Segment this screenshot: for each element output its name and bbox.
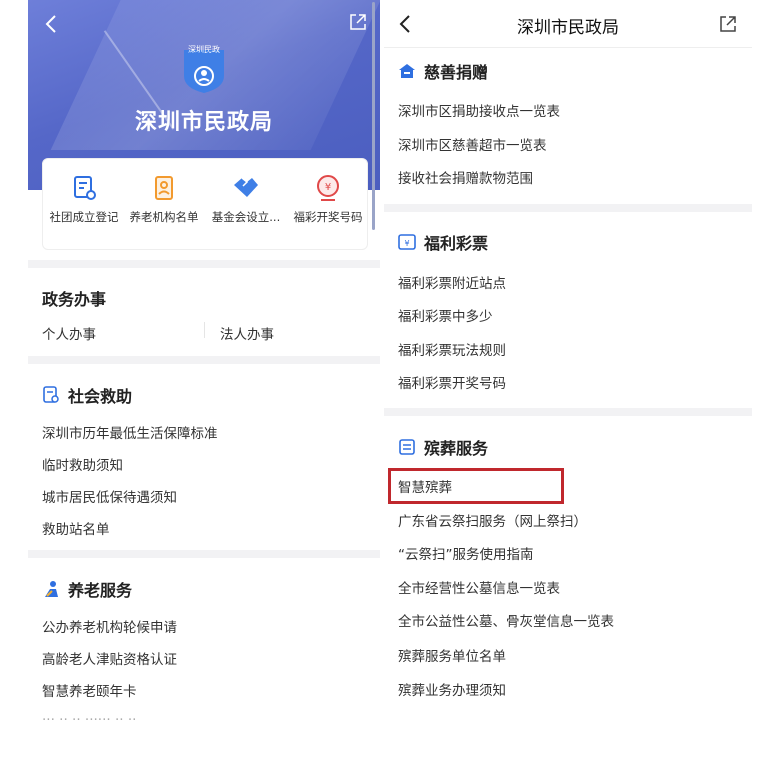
elderly-card-icon — [155, 176, 173, 200]
document-heart-icon — [43, 386, 59, 403]
list-item-cutoff[interactable]: ··· ·· ·· ······ ·· ·· — [42, 712, 136, 725]
list-item[interactable]: 福利彩票中多少 — [398, 305, 493, 325]
charity-title: 慈善捐赠 — [424, 63, 489, 82]
lottery-ticket-icon: ¥ — [398, 234, 416, 250]
quick-link-foundation[interactable]: 基金会设立... — [205, 169, 287, 225]
list-item[interactable]: 临时救助须知 — [42, 454, 123, 474]
svg-text:¥: ¥ — [404, 239, 409, 248]
list-item[interactable]: 高龄老人津贴资格认证 — [42, 648, 177, 668]
section-divider — [28, 550, 380, 558]
list-item[interactable]: 广东省云祭扫服务（网上祭扫） — [398, 510, 587, 530]
list-item[interactable]: 福利彩票玩法规则 — [398, 339, 506, 359]
funeral-document-icon — [399, 439, 415, 455]
legal-affairs-tab[interactable]: 法人办事 — [220, 323, 274, 343]
document-heart-icon — [74, 176, 96, 200]
svg-text:¥: ¥ — [325, 182, 331, 193]
elderly-services-title: 养老服务 — [68, 581, 133, 600]
left-screen: 深圳民政 深圳市民政局 社团成立登记 养老机构名单 基金会设立... ¥ 福彩开… — [28, 0, 380, 725]
share-icon[interactable] — [718, 14, 738, 34]
quick-links-card: 社团成立登记 养老机构名单 基金会设立... ¥ 福彩开奖号码 — [42, 158, 368, 250]
quick-link-label: 养老机构名单 — [129, 210, 199, 224]
section-divider — [384, 204, 752, 212]
share-icon[interactable] — [348, 12, 368, 32]
page-title: 深圳市民政局 — [517, 18, 619, 38]
section-divider — [384, 408, 752, 416]
list-item[interactable]: 智慧养老颐年卡 — [42, 680, 137, 700]
list-item[interactable]: 接收社会捐赠款物范围 — [398, 167, 533, 187]
list-item[interactable]: 全市公益性公墓、骨灰堂信息一览表 — [398, 610, 614, 630]
donation-box-icon — [399, 64, 415, 78]
handshake-icon — [234, 177, 258, 197]
social-relief-title: 社会救助 — [68, 387, 133, 406]
quick-link-label: 基金会设立... — [211, 210, 281, 224]
yen-coin-icon: ¥ — [317, 175, 339, 201]
tab-separator — [204, 322, 205, 338]
list-item[interactable]: 殡葬服务单位名单 — [398, 645, 506, 665]
back-icon[interactable] — [40, 12, 64, 36]
list-item[interactable]: 深圳市历年最低生活保障标准 — [42, 422, 218, 442]
list-item[interactable]: 深圳市区慈善超市一览表 — [398, 134, 547, 154]
funeral-services-title: 殡葬服务 — [424, 439, 489, 458]
quick-link-social-org[interactable]: 社团成立登记 — [43, 169, 125, 225]
list-item[interactable]: 福利彩票开奖号码 — [398, 372, 506, 392]
quick-link-label: 社团成立登记 — [49, 210, 119, 224]
list-item[interactable]: 公办养老机构轮候申请 — [42, 616, 177, 636]
highlight-box — [388, 468, 564, 504]
quick-link-elderly-list[interactable]: 养老机构名单 — [123, 169, 205, 225]
list-item[interactable]: 救助站名单 — [42, 518, 110, 538]
gov-affairs-title: 政务办事 — [42, 290, 107, 309]
quick-link-label: 福彩开奖号码 — [293, 210, 363, 224]
list-item[interactable]: 深圳市区捐助接收点一览表 — [398, 100, 560, 120]
list-item[interactable]: “云祭扫”服务使用指南 — [398, 543, 534, 563]
section-divider — [28, 260, 380, 268]
section-divider — [28, 356, 380, 364]
page-title: 深圳市民政局 — [134, 110, 273, 135]
list-item[interactable]: 殡葬业务办理须知 — [398, 679, 506, 699]
list-item[interactable]: 城市居民低保待遇须知 — [42, 486, 177, 506]
quick-link-lottery[interactable]: ¥ 福彩开奖号码 — [287, 169, 369, 225]
right-screen: 深圳市民政局 慈善捐赠 深圳市区捐助接收点一览表 深圳市区慈善超市一览表 接收社… — [384, 0, 752, 725]
list-item[interactable]: 福利彩票附近站点 — [398, 272, 506, 292]
list-item[interactable]: 全市经营性公墓信息一览表 — [398, 577, 560, 597]
elderly-person-icon — [45, 581, 58, 597]
lottery-title: 福利彩票 — [424, 234, 489, 253]
emblem-text: 深圳民政 — [188, 45, 220, 54]
top-bar: 深圳市民政局 — [384, 0, 752, 48]
scrollbar[interactable] — [372, 2, 375, 230]
personal-affairs-tab[interactable]: 个人办事 — [42, 323, 96, 343]
